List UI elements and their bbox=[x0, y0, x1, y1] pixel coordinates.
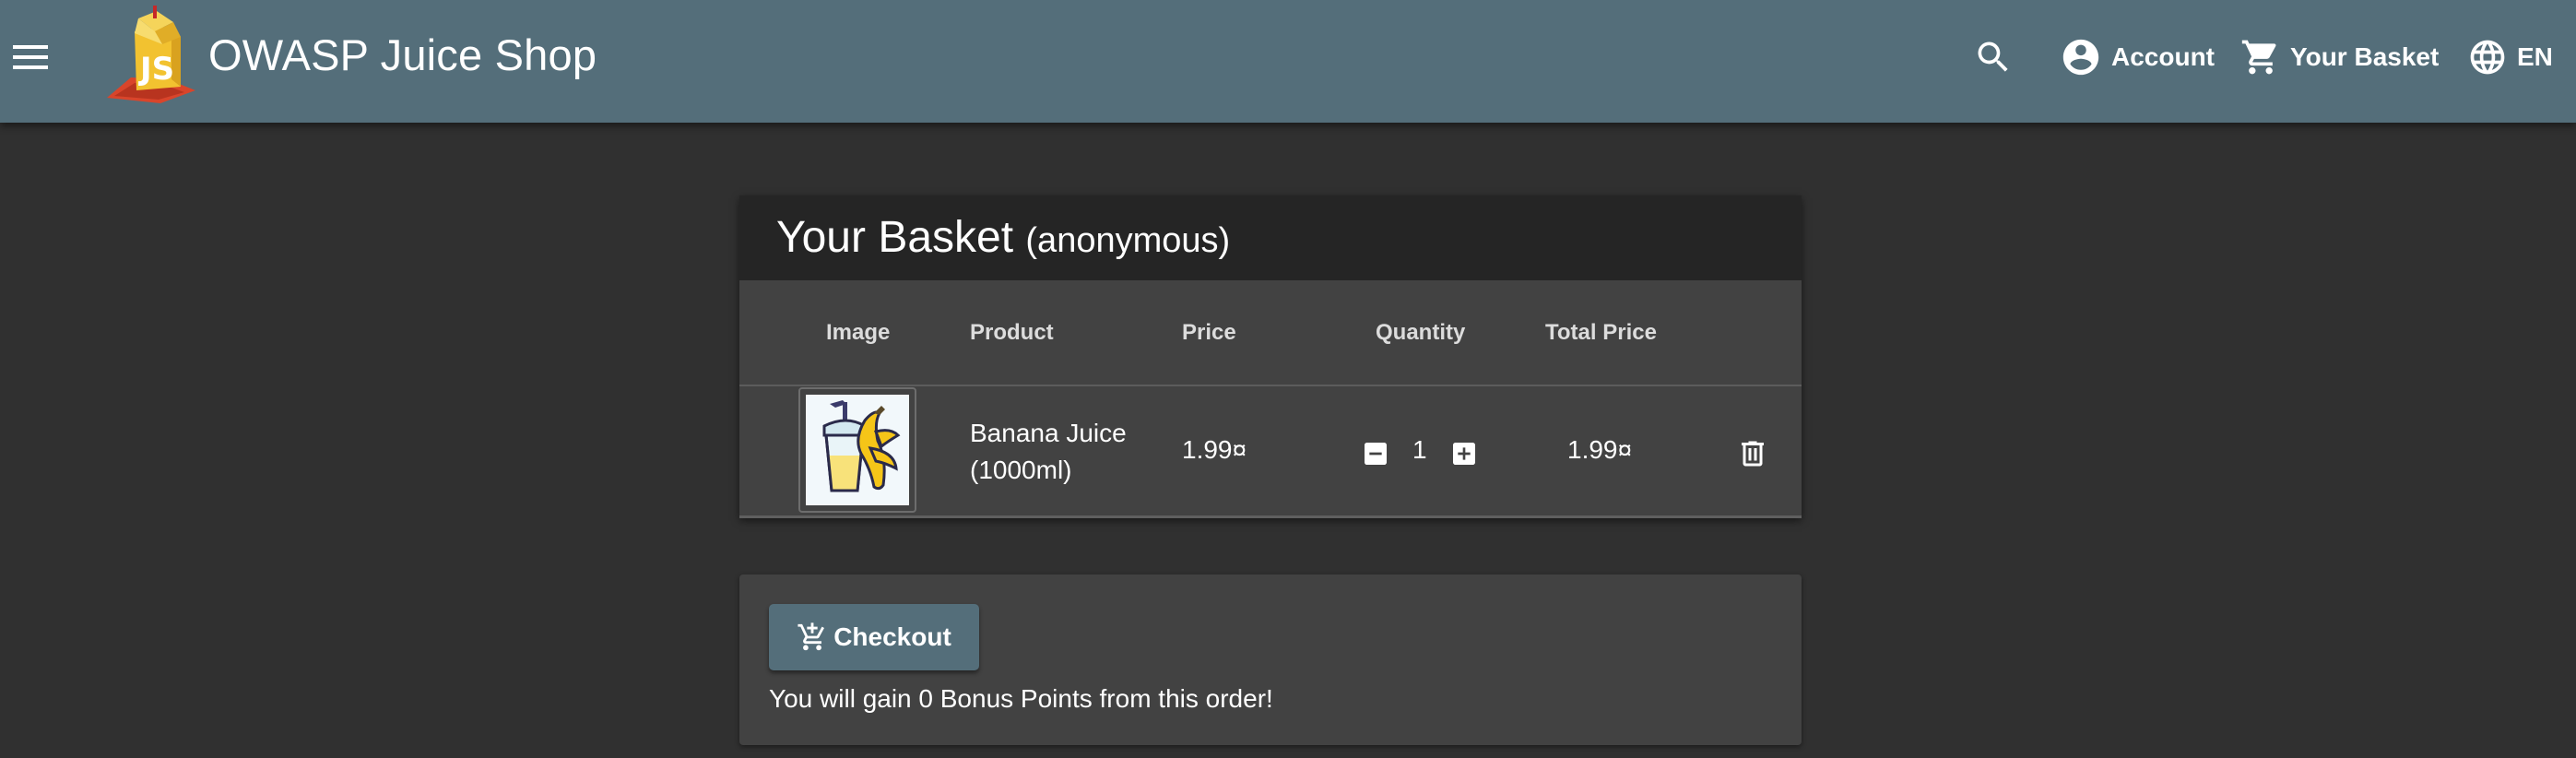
checkout-card: Checkout You will gain 0 Bonus Points fr… bbox=[739, 574, 1802, 745]
language-button[interactable]: EN bbox=[2467, 31, 2553, 83]
banana-juice-icon bbox=[822, 400, 901, 492]
basket-button[interactable]: Your Basket bbox=[2240, 31, 2439, 83]
column-header-quantity: Quantity bbox=[1376, 320, 1466, 345]
search-icon bbox=[1978, 41, 2008, 72]
language-label: EN bbox=[2517, 42, 2553, 71]
plus-box-icon[interactable] bbox=[1449, 439, 1479, 468]
shopping-cart-icon bbox=[2241, 40, 2276, 75]
product-name: Banana Juice (1000ml) bbox=[970, 419, 1127, 484]
account-label: Account bbox=[2111, 42, 2215, 71]
menu-button[interactable] bbox=[7, 30, 55, 85]
trash-icon[interactable] bbox=[1736, 437, 1769, 470]
basket-header: Your Basket (anonymous) bbox=[739, 195, 1802, 280]
quantity-value: 1 bbox=[1412, 435, 1427, 464]
checkout-label: Checkout bbox=[833, 622, 951, 651]
total-price: 1.99¤ bbox=[1567, 435, 1633, 464]
checkout-button[interactable]: Checkout bbox=[769, 604, 979, 670]
product-price: 1.99¤ bbox=[1182, 435, 1247, 464]
basket-label: Your Basket bbox=[2290, 42, 2440, 71]
account-button[interactable]: Account bbox=[2060, 31, 2215, 83]
search-button[interactable] bbox=[1973, 31, 2014, 83]
account-circle-icon bbox=[2062, 39, 2099, 76]
svg-text:JS: JS bbox=[138, 51, 174, 88]
globe-icon bbox=[2470, 40, 2505, 75]
column-header-price: Price bbox=[1182, 320, 1236, 345]
basket-card: Your Basket (anonymous) Image Product Pr… bbox=[739, 195, 1802, 518]
basket-title-text: Your Basket bbox=[776, 213, 1014, 262]
juice-shop-logo[interactable]: JS bbox=[103, 6, 199, 105]
cart-plus-icon bbox=[798, 622, 825, 651]
column-header-total-price: Total Price bbox=[1545, 320, 1657, 345]
top-toolbar: JS OWASP Juice Shop Account Your Basket … bbox=[0, 0, 2576, 123]
column-header-image: Image bbox=[826, 320, 891, 345]
menu-icon bbox=[13, 45, 48, 69]
minus-box-icon[interactable] bbox=[1361, 439, 1390, 468]
basket-title: Your Basket (anonymous) bbox=[776, 212, 1230, 263]
product-image bbox=[798, 387, 916, 513]
column-header-product: Product bbox=[970, 320, 1054, 345]
table-row-divider bbox=[739, 515, 1802, 518]
table-header-divider bbox=[739, 385, 1802, 386]
app-title[interactable]: OWASP Juice Shop bbox=[208, 30, 597, 80]
bonus-points-text: You will gain 0 Bonus Points from this o… bbox=[769, 684, 1273, 713]
basket-user: (anonymous) bbox=[1025, 221, 1231, 260]
